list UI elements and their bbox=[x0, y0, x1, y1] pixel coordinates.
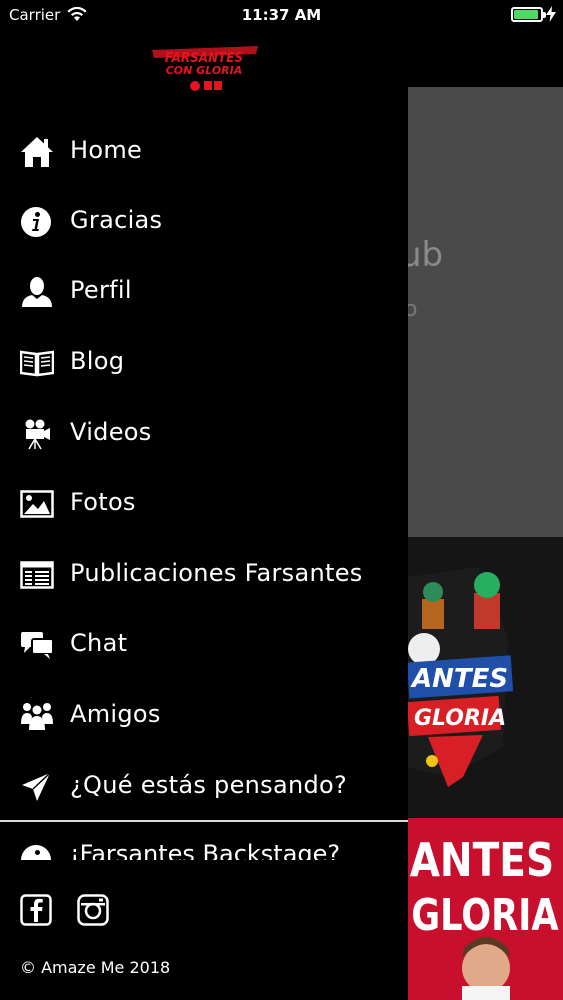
menu-item-perfil[interactable]: Perfil bbox=[0, 262, 408, 322]
facebook-icon[interactable] bbox=[20, 894, 52, 926]
info-icon bbox=[21, 207, 51, 237]
banner-poster-image: ANTES GLORIA bbox=[408, 818, 563, 1000]
menu-item-home[interactable]: Home bbox=[0, 122, 408, 182]
menu-label: Home bbox=[70, 136, 143, 164]
menu-item-gracias[interactable]: Gracias bbox=[0, 192, 408, 252]
video-camera-icon bbox=[25, 419, 50, 450]
menu-label: Publicaciones Farsantes bbox=[70, 559, 363, 587]
banner-text-1: ANTES bbox=[410, 664, 508, 694]
menu-label: Chat bbox=[70, 629, 128, 657]
copyright-text: © Amaze Me 2018 bbox=[20, 958, 171, 977]
side-menu: FARSANTES CON GLORIA Home Gracias Perfil bbox=[0, 30, 408, 1000]
card-subtitle: o bbox=[408, 297, 418, 322]
menu-label: Amigos bbox=[70, 700, 161, 728]
battery-icon bbox=[511, 7, 546, 22]
menu-label: Videos bbox=[70, 418, 152, 446]
menu-item-que-estas-pensando[interactable]: ¿Qué estás pensando? bbox=[0, 757, 408, 817]
card-title: ub bbox=[408, 235, 444, 275]
menu-item-chat[interactable]: Chat bbox=[0, 615, 408, 675]
feed-banner-image[interactable]: ANTES GLORIA bbox=[408, 537, 563, 817]
menu-label: ¡Farsantes Backstage? bbox=[70, 840, 341, 860]
banner-logo-image: ANTES GLORIA bbox=[408, 537, 563, 817]
svg-text:GLORIA: GLORIA bbox=[414, 706, 506, 731]
menu-divider bbox=[0, 820, 408, 822]
chat-icon bbox=[21, 632, 54, 659]
menu-label: Fotos bbox=[70, 488, 136, 516]
svg-text:CON GLORIA: CON GLORIA bbox=[166, 64, 243, 77]
info-icon bbox=[21, 845, 51, 860]
user-icon bbox=[22, 277, 52, 307]
menu-item-amigos[interactable]: Amigos bbox=[0, 686, 408, 746]
menu-item-blog[interactable]: Blog bbox=[0, 333, 408, 393]
menu-label: Blog bbox=[70, 347, 125, 375]
book-icon bbox=[20, 350, 54, 377]
clock: 11:37 AM bbox=[241, 6, 322, 24]
menu-label: Gracias bbox=[70, 206, 163, 234]
status-bar: Carrier 11:37 AM bbox=[0, 0, 563, 30]
feed-card[interactable]: ub o bbox=[408, 87, 563, 537]
charging-icon bbox=[546, 6, 556, 22]
feed-banner-image[interactable]: ANTES GLORIA bbox=[408, 818, 563, 1000]
paper-plane-icon bbox=[22, 772, 51, 801]
home-icon bbox=[21, 137, 53, 167]
app-logo: FARSANTES CON GLORIA bbox=[152, 46, 258, 91]
svg-text:FARSANTES: FARSANTES bbox=[165, 49, 243, 65]
menu-item-fotos[interactable]: Fotos bbox=[0, 474, 408, 534]
menu-item-farsantes-backstage[interactable]: ¡Farsantes Backstage? bbox=[0, 838, 408, 860]
newspaper-icon bbox=[20, 561, 54, 589]
menu-label: ¿Qué estás pensando? bbox=[70, 771, 348, 799]
friends-icon bbox=[21, 703, 53, 730]
menu-item-videos[interactable]: Videos bbox=[0, 404, 408, 464]
main-content: ub o ANTES GLORIA ANTES GLORIA bbox=[408, 30, 563, 1000]
instagram-icon[interactable] bbox=[77, 894, 109, 926]
menu-label: Perfil bbox=[70, 276, 132, 304]
svg-text:GLORIA: GLORIA bbox=[411, 890, 559, 941]
photo-icon bbox=[20, 490, 54, 518]
svg-text:ANTES: ANTES bbox=[410, 834, 554, 888]
menu-item-publicaciones[interactable]: Publicaciones Farsantes bbox=[0, 545, 408, 605]
